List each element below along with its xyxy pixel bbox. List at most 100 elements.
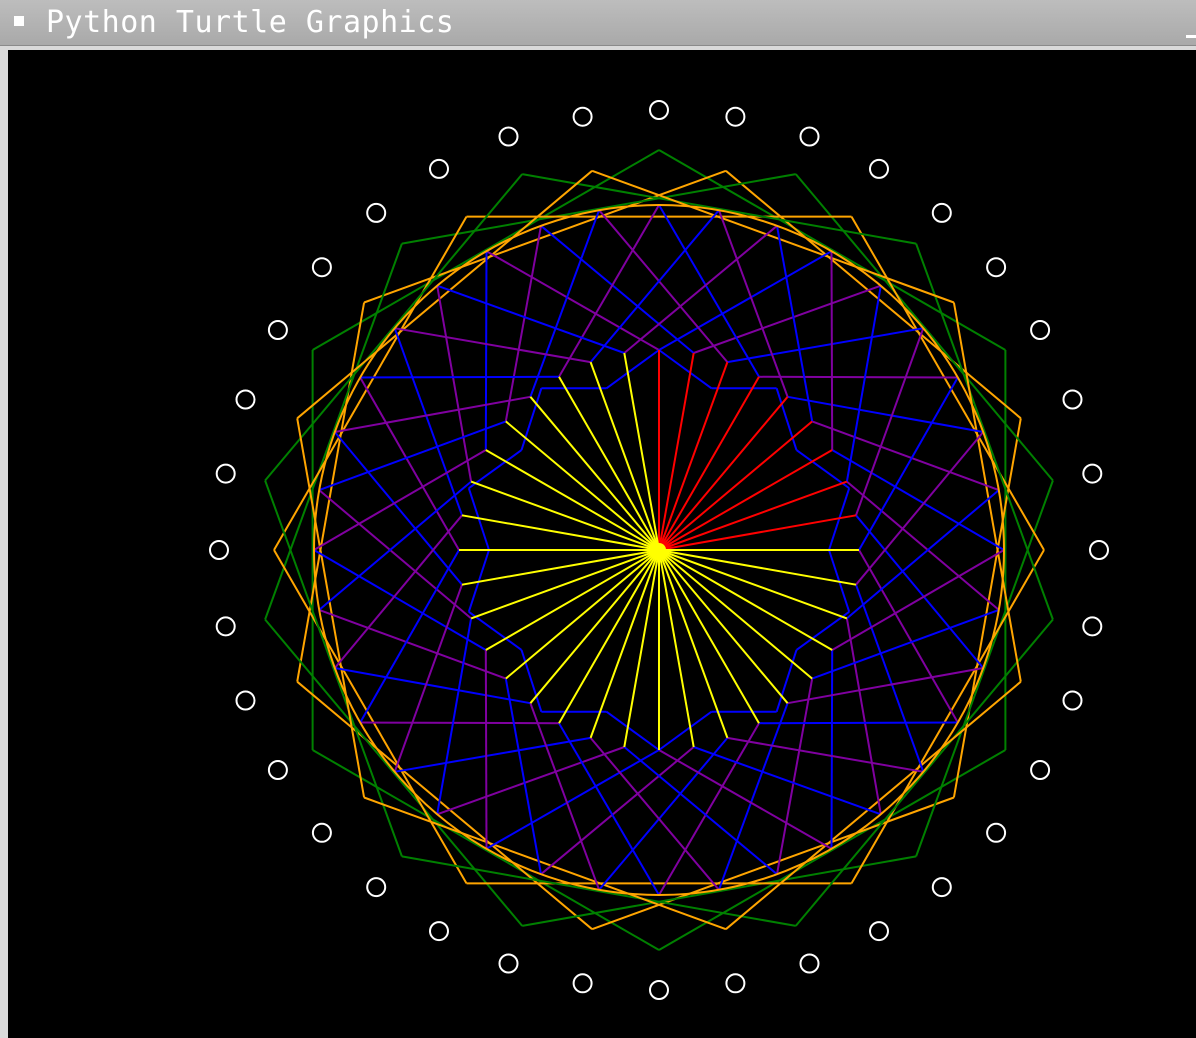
web-line <box>693 746 882 816</box>
outer-green-polygon <box>264 480 403 857</box>
web-line <box>831 449 1005 551</box>
marker-circle <box>267 760 288 780</box>
inner-star-edge <box>658 349 713 390</box>
marker-circle <box>429 921 449 942</box>
marker-circle <box>572 973 593 994</box>
web-line <box>758 375 958 379</box>
outer-orange-polygon <box>850 549 1045 884</box>
window-menu-icon[interactable] <box>14 16 24 26</box>
outer-orange-polygon <box>273 216 468 551</box>
web-line <box>436 746 625 816</box>
web-line <box>846 489 1000 620</box>
web-line <box>776 225 814 422</box>
window-title: Python Turtle Graphics <box>46 5 455 40</box>
web-line <box>360 375 560 379</box>
outer-green-polygon <box>915 243 1054 620</box>
inner-star-edge <box>605 710 660 751</box>
web-line <box>693 284 882 354</box>
marker-circle <box>931 202 952 223</box>
outer-green-polygon <box>264 243 403 620</box>
marker-circle <box>1030 320 1051 340</box>
web-line <box>558 204 660 378</box>
inner-star-edge <box>658 710 713 751</box>
web-line <box>393 584 463 773</box>
web-line <box>504 678 542 875</box>
web-line <box>658 722 760 896</box>
marker-circle <box>366 877 387 898</box>
web-line <box>658 204 760 378</box>
web-line <box>313 549 487 651</box>
web-line <box>318 489 472 620</box>
marker-circle <box>429 158 449 179</box>
outer-orange-polygon <box>725 680 1022 930</box>
web-line <box>787 395 984 433</box>
turtle-window: Python Turtle Graphics <box>0 0 1196 1038</box>
marker-circle <box>572 106 593 127</box>
web-line <box>334 395 531 433</box>
outer-orange-polygon <box>850 216 1045 551</box>
web-line <box>504 225 542 422</box>
turtle-drawing <box>209 100 1109 1000</box>
web-line <box>831 549 1005 651</box>
minimize-icon[interactable] <box>1186 26 1196 38</box>
web-line <box>540 746 695 875</box>
marker-circle <box>1089 540 1109 560</box>
marker-circle <box>311 822 332 843</box>
marker-circle <box>215 463 236 484</box>
marker-circle <box>498 953 519 974</box>
marker-circle <box>1062 690 1083 711</box>
web-line <box>334 667 531 705</box>
outer-orange-polygon <box>363 169 727 304</box>
web-line <box>436 618 473 815</box>
marker-circle <box>366 202 387 223</box>
outer-orange-polygon <box>591 796 955 931</box>
center-dot <box>652 543 666 557</box>
web-line <box>484 251 488 451</box>
outer-orange-polygon <box>296 170 593 420</box>
marker-circle <box>1030 760 1051 780</box>
web-line <box>394 327 591 364</box>
outer-orange-polygon <box>591 169 955 304</box>
marker-circle <box>799 953 820 974</box>
outer-orange-polygon <box>273 549 468 884</box>
web-line <box>845 618 882 815</box>
outer-orange-polygon <box>725 170 1022 420</box>
web-line <box>589 209 720 363</box>
web-line <box>334 431 463 586</box>
marker-circle <box>869 921 889 942</box>
marker-circle <box>235 389 256 410</box>
web-line <box>727 736 924 773</box>
web-line <box>436 284 625 354</box>
web-line <box>830 251 834 451</box>
marker-circle <box>986 822 1007 843</box>
marker-circle <box>215 616 236 637</box>
web-line <box>394 736 591 773</box>
web-line <box>436 285 473 482</box>
title-bar[interactable]: Python Turtle Graphics <box>0 0 1196 46</box>
web-line <box>846 480 1000 611</box>
marker-circle <box>799 126 820 147</box>
marker-circle <box>235 690 256 711</box>
marker-circle <box>649 980 669 1000</box>
turtle-canvas[interactable] <box>8 50 1196 1038</box>
outer-orange-polygon <box>363 796 727 931</box>
web-line <box>318 480 472 611</box>
web-line <box>598 209 729 363</box>
marker-circle <box>311 257 332 278</box>
marker-circle <box>725 973 746 994</box>
web-line <box>393 327 463 516</box>
web-line <box>855 327 925 516</box>
web-line <box>758 721 958 725</box>
web-line <box>855 584 925 773</box>
web-line <box>623 225 778 354</box>
outer-orange-polygon <box>296 680 593 930</box>
marker-circle <box>986 257 1007 278</box>
web-line <box>830 649 834 849</box>
web-line <box>598 737 729 891</box>
web-line <box>623 746 778 875</box>
marker-circle <box>209 540 229 560</box>
marker-circle <box>725 106 746 127</box>
inner-star-edge <box>605 349 660 390</box>
web-line <box>845 285 882 482</box>
web-line <box>540 225 695 354</box>
